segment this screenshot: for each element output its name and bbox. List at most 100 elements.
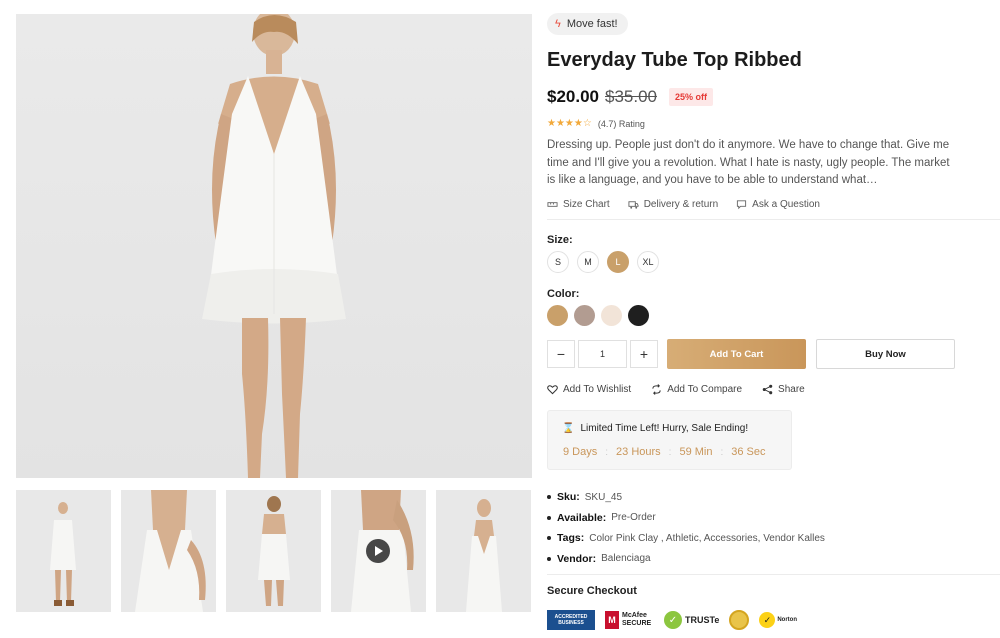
rating-text: (4.7) Rating bbox=[597, 118, 645, 129]
gold-seal-badge bbox=[729, 610, 750, 630]
wishlist-link[interactable]: Add To Wishlist bbox=[547, 384, 631, 395]
thumbnail-5[interactable] bbox=[436, 490, 531, 612]
countdown-title: ⌛ Limited Time Left! Hurry, Sale Ending! bbox=[562, 423, 748, 434]
truste-check-icon: ✓ bbox=[664, 611, 682, 629]
size-option-s[interactable]: S bbox=[547, 251, 569, 273]
bullet bbox=[547, 556, 551, 561]
size-option-xl[interactable]: XL bbox=[637, 251, 659, 273]
meta-available: Available: Pre-Order bbox=[547, 508, 825, 529]
product-meta-list: Sku: SKU_45 Available: Pre-Order Tags: C… bbox=[547, 487, 825, 569]
color-swatch-2[interactable] bbox=[574, 305, 595, 326]
mcafee-shield-icon: M bbox=[605, 611, 619, 629]
trust-badges: ACCREDITED BUSINESS M McAfee SECURE ✓ TR… bbox=[547, 608, 797, 632]
secondary-actions: Add To Wishlist Add To Compare Share bbox=[547, 384, 805, 395]
size-options: S M L XL bbox=[547, 251, 659, 273]
info-links: Size Chart Delivery & return Ask a Quest… bbox=[547, 199, 820, 210]
star-rating-icon: ★★★★☆ bbox=[547, 118, 592, 129]
color-options bbox=[547, 305, 649, 326]
badge-text: Norton bbox=[777, 617, 798, 623]
separator: : bbox=[605, 446, 609, 458]
color-swatch-1[interactable] bbox=[547, 305, 568, 326]
countdown-days: 9 Days bbox=[563, 446, 598, 458]
product-description: Dressing up. People just don't do it any… bbox=[547, 139, 950, 186]
bbb-accredited-badge: ACCREDITED BUSINESS bbox=[547, 610, 595, 630]
compare-label: Add To Compare bbox=[667, 384, 743, 395]
ask-question-link[interactable]: Ask a Question bbox=[736, 199, 820, 210]
product-title: Everyday Tube Top Ribbed bbox=[547, 49, 802, 71]
color-swatch-3[interactable] bbox=[601, 305, 622, 326]
compare-link[interactable]: Add To Compare bbox=[651, 384, 742, 395]
chat-icon bbox=[737, 200, 747, 210]
separator: : bbox=[668, 446, 672, 458]
compare-icon bbox=[652, 384, 661, 395]
meta-key: Vendor: bbox=[557, 552, 597, 565]
meta-value: Pre-Order bbox=[611, 512, 656, 524]
thumbnail-1[interactable] bbox=[16, 490, 111, 612]
ruler-icon bbox=[547, 202, 558, 207]
hourglass-icon: ⌛ bbox=[562, 423, 575, 434]
add-to-cart-button[interactable]: Add To Cart bbox=[667, 339, 806, 369]
promo-badge-label: Move fast! bbox=[566, 18, 618, 30]
bullet bbox=[547, 536, 551, 541]
divider bbox=[547, 219, 1000, 220]
meta-vendor: Vendor: Balenciaga bbox=[547, 549, 825, 570]
separator: : bbox=[720, 446, 724, 458]
meta-sku: Sku: SKU_45 bbox=[547, 487, 825, 508]
sale-countdown: ⌛ Limited Time Left! Hurry, Sale Ending!… bbox=[547, 410, 792, 470]
norton-check-icon: ✓ bbox=[759, 612, 776, 628]
secure-checkout-title: Secure Checkout bbox=[547, 585, 637, 597]
truck-icon bbox=[628, 201, 639, 209]
countdown-hours: 23 Hours bbox=[616, 446, 661, 458]
meta-tags-value[interactable]: Color Pink Clay , Athletic, Accessories,… bbox=[589, 533, 825, 544]
thumbnail-4-video[interactable] bbox=[331, 490, 426, 612]
play-icon[interactable] bbox=[366, 539, 390, 563]
truste-badge: ✓ TRUSTe bbox=[664, 610, 719, 630]
discount-badge: 25% off bbox=[669, 88, 714, 106]
size-label: Size: bbox=[547, 234, 573, 246]
thumbnail-2[interactable] bbox=[121, 490, 216, 612]
countdown-title-text: Limited Time Left! Hurry, Sale Ending! bbox=[580, 423, 749, 434]
price-row: $20.00 $35.00 25% off bbox=[547, 87, 714, 107]
qty-input[interactable]: 1 bbox=[578, 340, 627, 368]
size-option-l[interactable]: L bbox=[607, 251, 629, 273]
badge-text: ACCREDITED BUSINESS bbox=[554, 614, 588, 626]
mcafee-secure-badge: M McAfee SECURE bbox=[605, 610, 654, 630]
qty-decrease-button[interactable]: − bbox=[547, 340, 575, 368]
meta-key: Sku: bbox=[557, 491, 580, 504]
share-link[interactable]: Share bbox=[762, 384, 805, 395]
size-chart-label: Size Chart bbox=[563, 199, 610, 210]
size-option-m[interactable]: M bbox=[577, 251, 599, 273]
meta-tags: Tags: Color Pink Clay , Athletic, Access… bbox=[547, 528, 825, 549]
delivery-return-link[interactable]: Delivery & return bbox=[628, 199, 718, 210]
color-swatch-4[interactable] bbox=[628, 305, 649, 326]
share-icon bbox=[762, 384, 773, 395]
product-photo bbox=[202, 14, 346, 478]
color-label: Color: bbox=[547, 288, 580, 300]
countdown-minutes: 59 Min bbox=[679, 446, 713, 458]
buy-now-button[interactable]: Buy Now bbox=[816, 339, 955, 369]
meta-key: Tags: bbox=[557, 532, 585, 545]
meta-value: SKU_45 bbox=[584, 491, 623, 503]
heart-icon bbox=[547, 385, 558, 395]
meta-vendor-value[interactable]: Balenciaga bbox=[601, 553, 650, 564]
bullet bbox=[547, 495, 551, 500]
thumbnail-3[interactable] bbox=[226, 490, 321, 612]
meta-key: Available: bbox=[557, 511, 607, 524]
badge-text: TRUSTe bbox=[685, 615, 720, 625]
seal-icon bbox=[729, 610, 750, 630]
wishlist-label: Add To Wishlist bbox=[563, 384, 632, 395]
rating-row: ★★★★☆ (4.7) Rating bbox=[547, 118, 645, 129]
qty-increase-button[interactable]: + bbox=[630, 340, 658, 368]
ask-question-label: Ask a Question bbox=[752, 199, 820, 210]
delivery-label: Delivery & return bbox=[643, 199, 719, 210]
thumbnail-strip bbox=[16, 490, 532, 612]
size-chart-link[interactable]: Size Chart bbox=[547, 199, 610, 210]
lightning-icon: ϟ bbox=[555, 18, 561, 30]
norton-badge: ✓ Norton bbox=[759, 610, 797, 630]
countdown-seconds: 36 Sec bbox=[731, 446, 766, 458]
main-product-image[interactable] bbox=[16, 14, 532, 478]
share-label: Share bbox=[778, 384, 805, 395]
countdown-values: 9 Days : 23 Hours : 59 Min : 36 Sec bbox=[563, 446, 766, 458]
promo-badge: ϟ Move fast! bbox=[547, 13, 628, 35]
quantity-stepper: − 1 + bbox=[547, 340, 658, 368]
